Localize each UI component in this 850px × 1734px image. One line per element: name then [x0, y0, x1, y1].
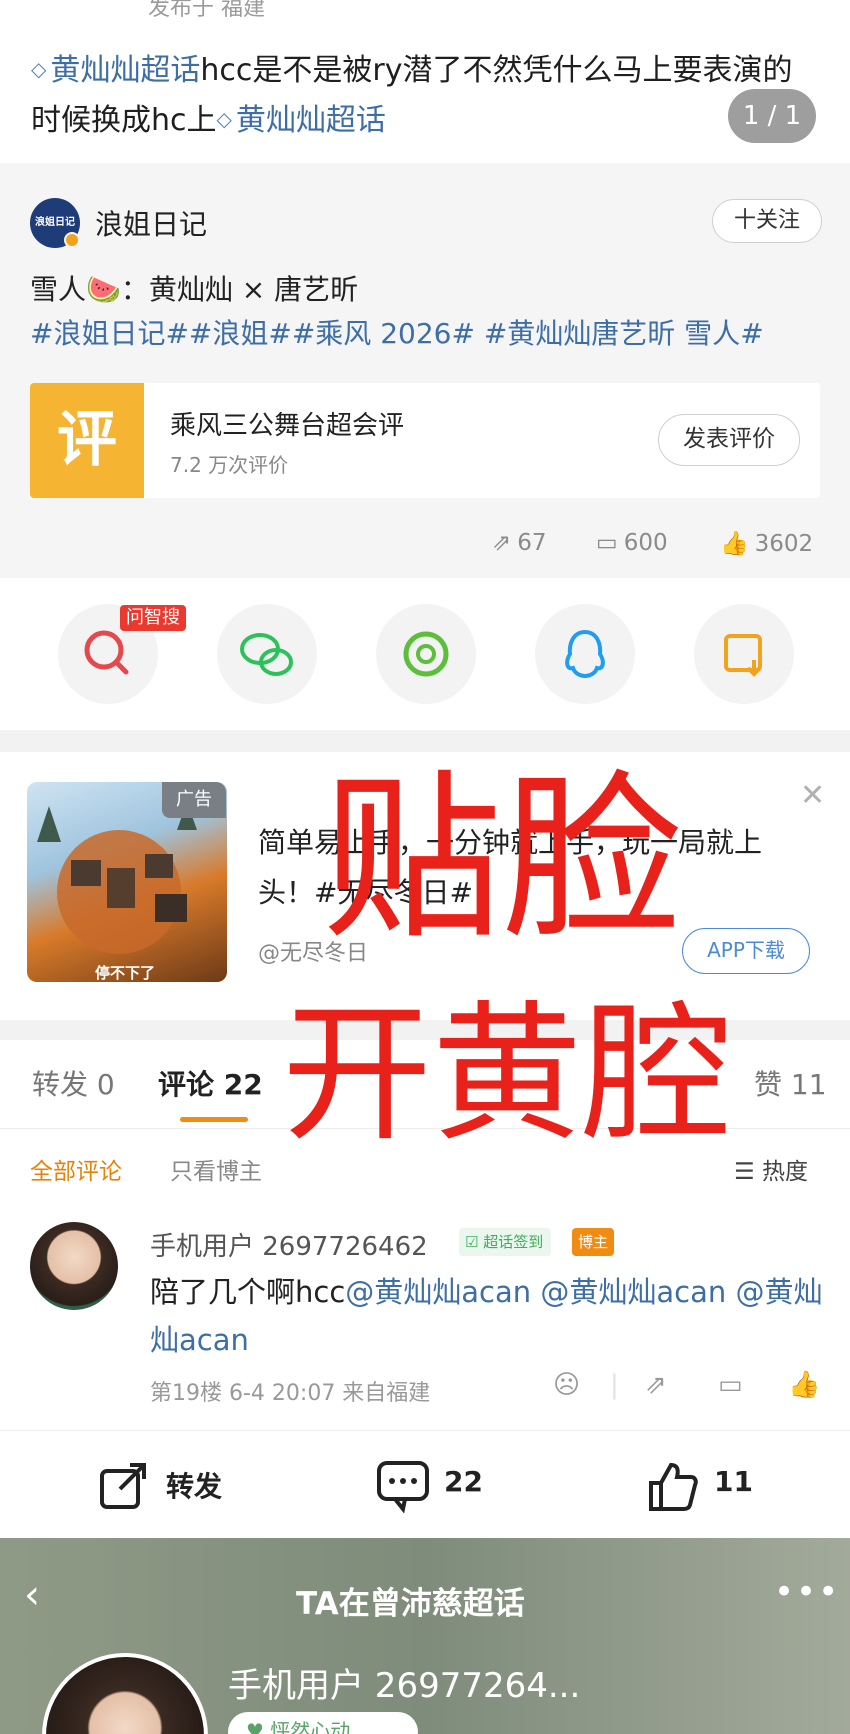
overlay-caption-line1: 贴脸 [322, 755, 683, 964]
filter-all-comments[interactable]: 全部评论 [30, 1152, 122, 1186]
checkin-badge: ☑ 超话签到 [459, 1228, 552, 1256]
comment-icon: ▭ [596, 530, 618, 556]
image-page-counter: 1 / 1 [728, 89, 816, 143]
back-chevron-icon[interactable]: ‹ [24, 1572, 40, 1618]
reply-icon[interactable]: ▭ [718, 1370, 743, 1400]
topic-link-suffix[interactable]: ◇ 黄灿灿超话 [217, 103, 386, 138]
share-out-icon: ⇗ [492, 530, 512, 556]
watermelon-emoji: 🍉 [86, 273, 121, 306]
tab-likes[interactable]: 赞 11 [754, 1063, 827, 1103]
repost-icon[interactable] [98, 1459, 150, 1522]
app-download-button[interactable]: APP下载 [682, 928, 810, 974]
rating-card[interactable]: 评 乘风三公舞台超会评 7.2 万次评价 发表评价 [30, 383, 820, 498]
comment-icon[interactable] [375, 1459, 431, 1524]
separator: | [610, 1370, 619, 1400]
diamond-icon: ◇ [31, 57, 47, 81]
comment-avatar[interactable] [30, 1222, 118, 1310]
repost-hashtags[interactable]: #浪姐日记##浪姐##乘风 2026# #黄灿灿唐艺昕 雪人# [30, 312, 764, 356]
follow-button[interactable]: 十关注 [712, 199, 822, 243]
emoji-react-icon[interactable]: ☹ [553, 1370, 580, 1400]
comment-text: 陪了几个啊hcc@黄灿灿acan @黄灿灿acan @黄灿灿acan [150, 1275, 823, 1357]
banner-status-pill: ♥ 怦然心动 [228, 1712, 418, 1734]
more-icon[interactable]: ••• [774, 1572, 840, 1612]
save-image-icon[interactable] [694, 604, 794, 704]
repost-button-label[interactable]: 转发 [166, 1465, 222, 1505]
like-count[interactable]: 11 [714, 1465, 753, 1498]
rating-icon: 评 [30, 383, 144, 498]
active-tab-indicator [180, 1117, 248, 1122]
banner-title: TA在曾沛慈超话 [296, 1586, 525, 1622]
overlay-caption-line2: 开黄腔 [282, 988, 733, 1162]
comment-meta: 第19楼 6-4 20:07 来自福建 [150, 1381, 431, 1406]
filter-author-only[interactable]: 只看博主 [170, 1152, 262, 1186]
mention-link[interactable]: @黄灿灿acan [345, 1275, 531, 1309]
like-stat[interactable]: 👍 3602 [720, 530, 813, 557]
ai-search-badge: 问智搜 [120, 605, 186, 631]
sort-by-hot[interactable]: ☰ 热度 [734, 1152, 808, 1186]
author-badge: 博主 [572, 1228, 615, 1256]
rating-count: 7.2 万次评价 [170, 453, 289, 477]
post-rating-button[interactable]: 发表评价 [658, 414, 800, 466]
verified-badge-icon [64, 232, 80, 248]
diamond-icon: ◇ [216, 107, 232, 131]
banner-username[interactable]: 手机用户 26977264... [228, 1658, 580, 1707]
sort-icon: ☰ [734, 1159, 755, 1185]
thumbs-up-icon[interactable] [645, 1459, 699, 1524]
tab-reposts[interactable]: 转发 0 [32, 1063, 115, 1103]
comment-author-name[interactable]: 手机用户 2697726462 [150, 1226, 428, 1263]
wechat-icon[interactable] [217, 604, 317, 704]
qq-icon[interactable] [535, 604, 635, 704]
repost-author-name[interactable]: 浪姐日记 [95, 203, 207, 243]
thumbs-up-icon: 👍 [720, 531, 749, 557]
moments-icon[interactable] [376, 604, 476, 704]
post-body: ◇ 黄灿灿超话hcc是不是被ry潜了不然凭什么马上要表演的时候换成hc上◇ 黄灿灿超… [31, 45, 811, 145]
thumbs-up-icon[interactable]: 👍 [788, 1370, 820, 1400]
comment-stat[interactable]: ▭ 600 [596, 530, 668, 556]
topic-link-prefix[interactable]: ◇ 黄灿灿超话 [31, 53, 200, 88]
ad-label: 广告 [162, 782, 226, 818]
repost-stat[interactable]: ⇗ 67 [492, 530, 547, 556]
repost-text-line1: 雪人🍉：黄灿灿 × 唐艺昕 [30, 273, 359, 306]
rating-title: 乘风三公舞台超会评 [170, 411, 405, 441]
ad-thumb-caption: 停不下了 [95, 964, 156, 982]
close-icon[interactable]: ✕ [800, 778, 825, 813]
tab-comments[interactable]: 评论 22 [158, 1063, 263, 1103]
comment-count[interactable]: 22 [444, 1465, 483, 1498]
heart-icon: ♥ [246, 1719, 271, 1734]
post-location: 发布于 福建 [148, 0, 265, 21]
check-icon: ☑ [465, 1233, 484, 1251]
mention-link[interactable]: @黄灿灿acan [540, 1275, 726, 1309]
share-out-icon[interactable]: ⇗ [645, 1370, 667, 1400]
